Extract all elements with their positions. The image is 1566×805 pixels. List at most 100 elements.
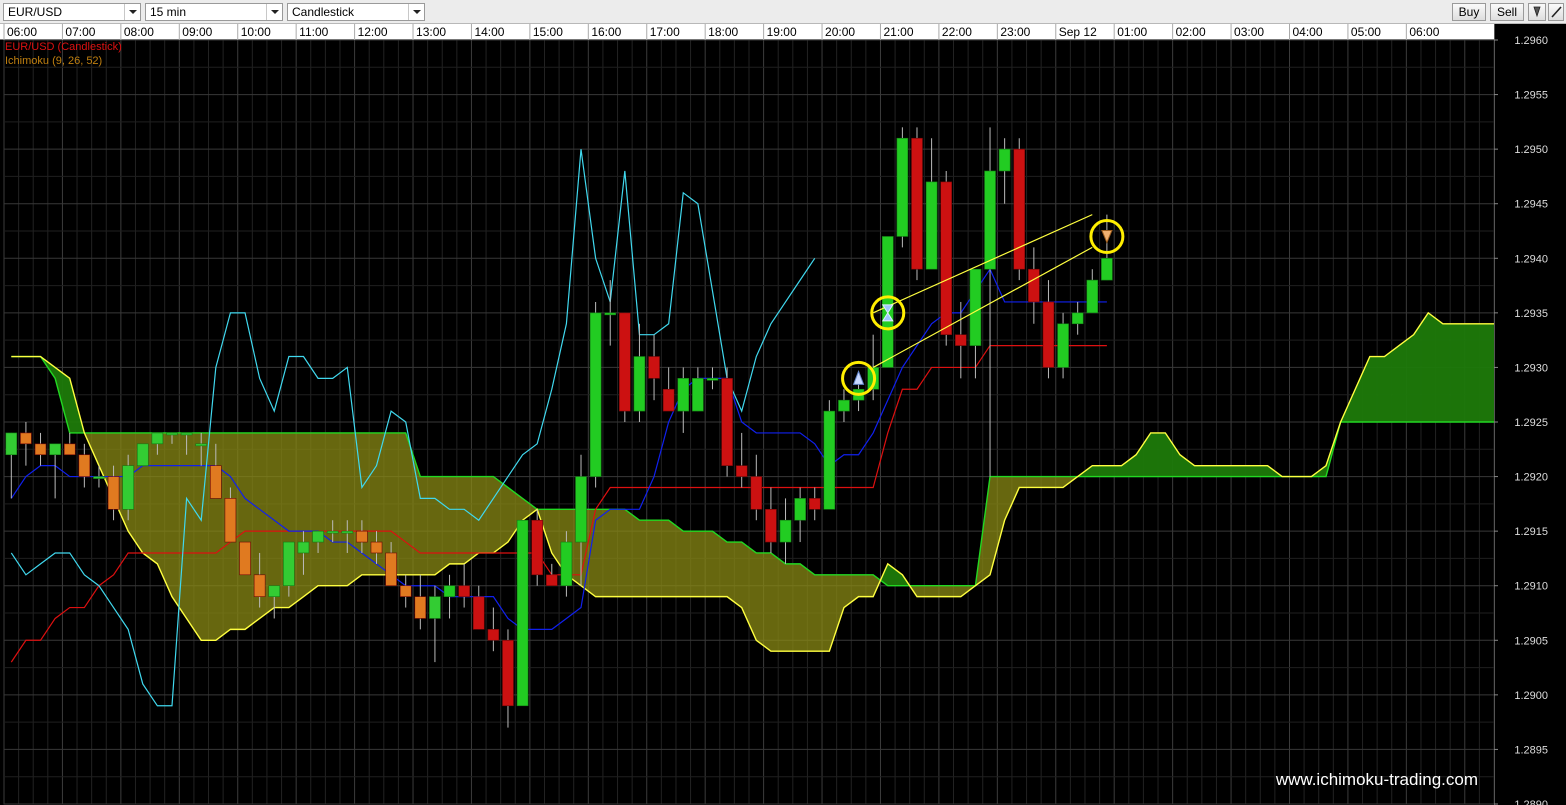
- time-tick-label: 04:00: [1292, 25, 1322, 39]
- candle-bearish: [472, 596, 485, 630]
- symbol-select[interactable]: EUR/USD: [3, 3, 141, 21]
- time-tick-label: 12:00: [358, 25, 388, 39]
- candle-bullish: [5, 432, 18, 456]
- candle-bearish: [545, 574, 558, 587]
- price-tick-label: 1.2955: [1514, 90, 1548, 102]
- candle-bullish: [692, 378, 704, 412]
- timeframe-select[interactable]: 15 min: [145, 3, 283, 21]
- series-legend: EUR/USD (Candlestick): [5, 41, 122, 53]
- candle-bullish: [283, 541, 295, 587]
- time-tick-label: 09:00: [182, 25, 212, 39]
- time-tick-label: 13:00: [416, 25, 446, 39]
- candle-bullish: [429, 596, 441, 619]
- candle-bearish: [662, 388, 675, 412]
- chart-type-select[interactable]: Candlestick: [287, 3, 425, 21]
- time-axis: 06:00 07:00 08:00 09:00 10:00 11:00 12:00 13:00…: [0, 24, 1494, 40]
- price-tick-label: 1.2910: [1514, 581, 1548, 593]
- candle-bearish: [955, 334, 967, 346]
- candle-bullish: [1057, 323, 1069, 368]
- candle-bullish: [122, 465, 134, 510]
- candle-bullish: [195, 443, 208, 447]
- price-tick-label: 1.2920: [1514, 472, 1548, 484]
- price-tick-label: 1.2900: [1514, 690, 1548, 702]
- candle-bullish: [575, 476, 587, 543]
- price-chart[interactable]: 06:00 07:00 08:00 09:00 10:00 11:00 12:00 13:00…: [0, 24, 1566, 805]
- candle-bullish: [896, 137, 909, 237]
- chevron-down-icon[interactable]: [266, 4, 282, 20]
- candle-bearish: [414, 596, 427, 619]
- price-tick-label: 1.2925: [1514, 417, 1548, 429]
- time-axis-bg: [0, 24, 1494, 40]
- time-tick-label: 06:00: [1409, 25, 1439, 39]
- candle-bearish: [487, 629, 500, 641]
- time-tick-label: 02:00: [1176, 25, 1206, 39]
- time-tick-label: 08:00: [124, 25, 154, 39]
- arrow-tool-button[interactable]: [1528, 3, 1546, 21]
- arrow-down-icon: [1533, 6, 1541, 18]
- candle-bearish: [750, 476, 763, 510]
- candle-bearish: [210, 465, 222, 499]
- ichimoku-cloud: [11, 312, 1566, 652]
- candle-bullish: [633, 356, 646, 412]
- chart-toolbar: EUR/USD 15 min Candlestick Buy Sell: [0, 0, 1566, 24]
- candle-bearish: [385, 552, 397, 587]
- price-tick-label: 1.2905: [1514, 635, 1548, 647]
- candle-bearish: [531, 519, 543, 576]
- candle-bullish: [677, 378, 690, 412]
- candle-bearish: [107, 476, 120, 510]
- candle-bullish: [1071, 312, 1084, 325]
- price-tick-label: 1.2935: [1514, 308, 1548, 320]
- candle-bearish: [765, 509, 777, 543]
- candle-bearish: [458, 585, 470, 597]
- trading-app: EUR/USD 15 min Candlestick Buy Sell 06:0…: [0, 0, 1566, 805]
- candle-bearish: [253, 574, 266, 597]
- candle-bearish: [735, 465, 748, 477]
- candle-bullish: [998, 148, 1011, 172]
- cloud-segment-bearish: [909, 585, 976, 597]
- candle-bearish: [224, 498, 237, 543]
- buy-button[interactable]: Buy: [1452, 3, 1486, 21]
- candle-bullish: [706, 378, 719, 381]
- candle-bearish: [911, 137, 923, 270]
- time-tick-label: 19:00: [767, 25, 797, 39]
- candle-bullish: [1101, 257, 1113, 281]
- candle-bullish: [443, 585, 456, 597]
- chart-type-select-value: Candlestick: [292, 5, 355, 19]
- chevron-down-icon[interactable]: [408, 4, 424, 20]
- candle-bearish: [34, 443, 47, 456]
- candle-bullish: [1086, 279, 1099, 314]
- price-tick-label: 1.2930: [1514, 362, 1548, 374]
- candle-bearish: [940, 181, 953, 335]
- candle-bullish: [136, 443, 149, 466]
- timeframe-select-value: 15 min: [150, 5, 187, 19]
- candle-bearish: [648, 356, 660, 379]
- draw-tool-button[interactable]: [1548, 3, 1564, 21]
- chevron-down-icon[interactable]: [124, 4, 140, 20]
- time-tick-label: 21:00: [883, 25, 913, 39]
- candle-bearish: [63, 443, 76, 456]
- candle-bullish: [881, 236, 894, 368]
- time-tick-label: 11:00: [299, 25, 328, 39]
- sell-button[interactable]: Sell: [1490, 3, 1524, 21]
- candle-bearish: [1028, 268, 1040, 303]
- indicator-legend: Ichimoku (9, 26, 52): [5, 55, 102, 67]
- candle-bearish: [356, 530, 368, 543]
- candle-bullish: [925, 181, 938, 270]
- price-tick-label: 1.2945: [1514, 199, 1548, 211]
- candle-bearish: [20, 432, 32, 445]
- candle-bullish: [166, 432, 178, 436]
- candle-bearish: [1042, 301, 1055, 368]
- candle-bearish: [370, 541, 383, 554]
- candle-bullish: [779, 519, 792, 543]
- price-tick-label: 1.2940: [1514, 253, 1548, 265]
- candle-bullish: [151, 432, 164, 445]
- candle-bearish: [502, 639, 514, 707]
- candle-bullish: [604, 312, 617, 316]
- candle-bullish: [984, 170, 996, 270]
- time-tick-label: 06:00: [7, 25, 37, 39]
- time-tick-label: 07:00: [65, 25, 95, 39]
- price-tick-label: 1.2915: [1514, 526, 1548, 538]
- candle-bullish: [341, 530, 354, 534]
- buy-signal-icon: [852, 369, 865, 385]
- price-tick-label: 1.2960: [1514, 35, 1548, 47]
